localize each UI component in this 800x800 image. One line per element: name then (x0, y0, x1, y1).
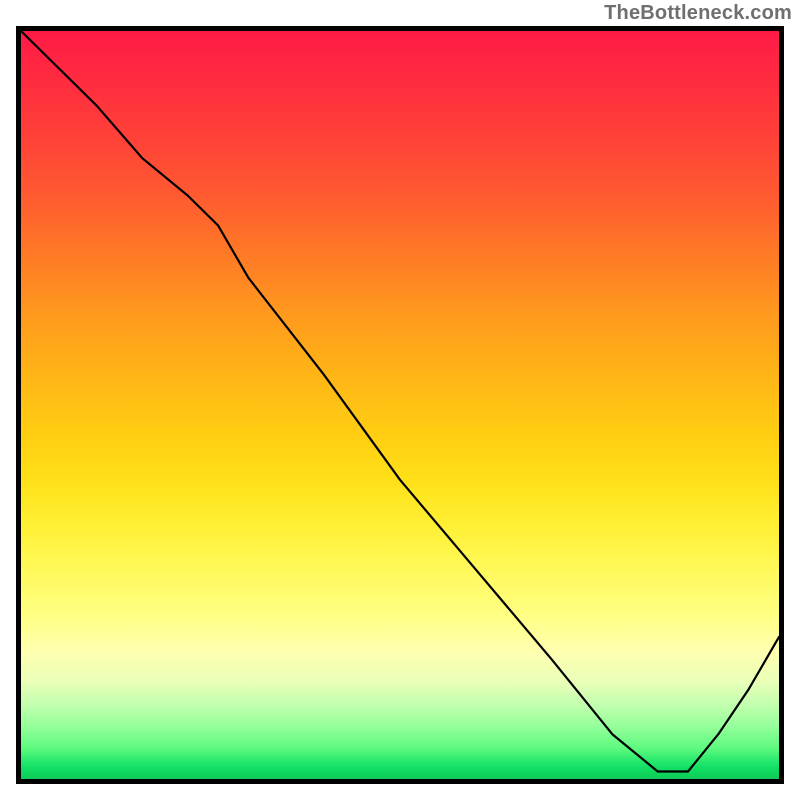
chart-frame: TheBottleneck.com (0, 0, 800, 800)
watermark-text: TheBottleneck.com (604, 2, 792, 25)
plot-area (16, 26, 784, 784)
data-line (21, 31, 779, 779)
